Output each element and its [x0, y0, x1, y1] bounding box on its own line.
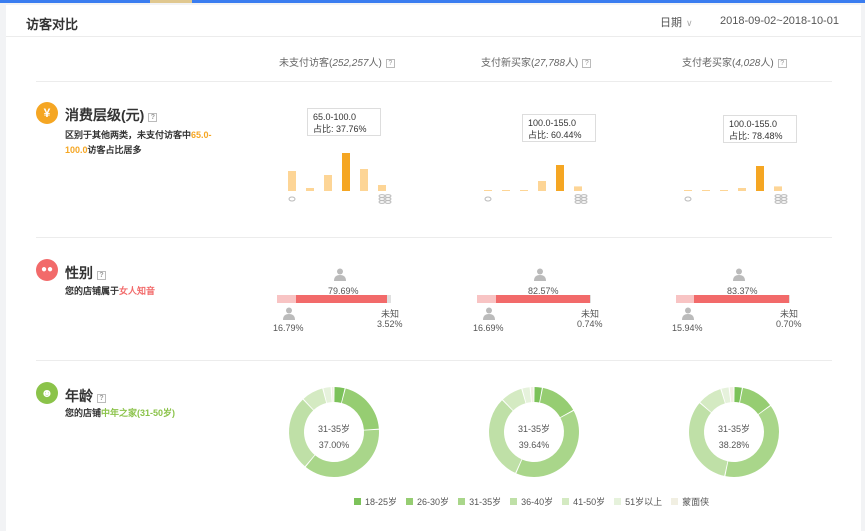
- legend-swatch: [458, 498, 466, 505]
- donut-slice: [729, 387, 734, 403]
- legend-label: 18-25岁: [365, 497, 398, 507]
- age-legend: 18-25岁 26-30岁 31-35岁 36-40岁 41-50岁 51岁以上 蒙面侠: [354, 495, 718, 508]
- legend-item[interactable]: 蒙面侠: [671, 495, 709, 508]
- visitor-compare-card: 访客对比 日期 ∨ 2018-09-02~2018-10-01 未支付访客(252…: [6, 5, 861, 531]
- legend-item[interactable]: 31-35岁: [458, 495, 501, 508]
- age-donut-charts: [288, 387, 780, 478]
- legend-swatch: [406, 498, 414, 505]
- legend-label: 蒙面侠: [682, 497, 710, 507]
- active-tab-marker: [150, 0, 192, 3]
- donut-center-label: 31-35岁 38.28%: [717, 424, 751, 450]
- legend-item[interactable]: 51岁以上: [614, 495, 662, 508]
- donut-center-label: 31-35岁 37.00%: [317, 424, 351, 450]
- top-accent-line: [0, 0, 865, 3]
- donut-slice: [331, 387, 334, 403]
- legend-item[interactable]: 26-30岁: [406, 495, 449, 508]
- legend-label: 26-30岁: [417, 497, 450, 507]
- donut-center-label: 31-35岁 39.64%: [517, 424, 551, 450]
- donut-slice: [530, 387, 534, 403]
- donut-slice: [539, 387, 574, 418]
- legend-item[interactable]: 41-50岁: [562, 495, 605, 508]
- legend-swatch: [354, 498, 361, 505]
- legend-swatch: [510, 498, 518, 505]
- legend-label: 36-40岁: [521, 497, 554, 507]
- legend-swatch: [562, 498, 570, 505]
- legend-swatch: [614, 498, 622, 505]
- legend-item[interactable]: 36-40岁: [510, 495, 553, 508]
- legend-label: 41-50岁: [573, 497, 606, 507]
- legend-swatch: [671, 498, 679, 505]
- legend-label: 31-35岁: [469, 497, 502, 507]
- legend-label: 51岁以上: [625, 497, 663, 507]
- legend-item[interactable]: 18-25岁: [354, 495, 397, 508]
